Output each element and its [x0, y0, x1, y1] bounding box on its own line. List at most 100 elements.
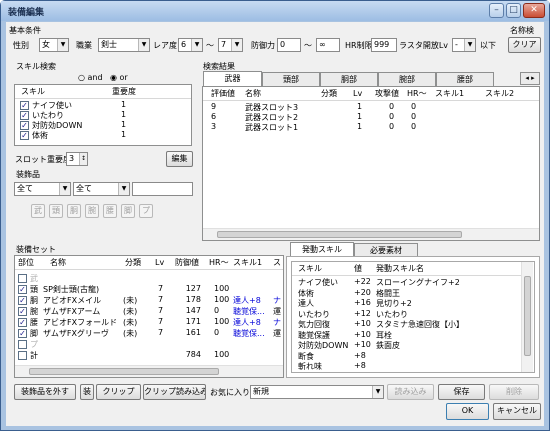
- skill-checkbox[interactable]: ✓: [20, 121, 29, 130]
- and-radio[interactable]: ○ and: [78, 73, 103, 82]
- decoration-filter-2[interactable]: 全て ▼: [73, 182, 130, 196]
- load-button[interactable]: 読み込み: [387, 384, 434, 400]
- or-radio[interactable]: ◉ or: [110, 73, 128, 82]
- skill-row[interactable]: ✓ いたわり 1: [15, 110, 191, 120]
- list-item[interactable]: 断食 +8: [292, 351, 520, 361]
- tab-active-skills[interactable]: 発動スキル: [290, 242, 354, 257]
- table-row[interactable]: ✓ 腕ザムザFXアーム (未) 7 147 0 聴覚保... 運: [15, 306, 283, 317]
- list-item[interactable]: 達人 +16 見切り+2: [292, 298, 520, 308]
- defense-sep: 〜: [304, 41, 312, 50]
- table-row[interactable]: 6 武器スロット2 1 0 0: [203, 112, 539, 122]
- list-item[interactable]: 聴覚保護 +10 耳栓: [292, 330, 520, 340]
- equip-checkbox[interactable]: ✓: [18, 318, 27, 327]
- list-item[interactable]: いたわり +12 いたわり: [292, 309, 520, 319]
- skills-col-header: 値: [354, 264, 362, 273]
- clip-button[interactable]: クリップ: [96, 384, 141, 400]
- clip-load-button[interactable]: クリップ読み込み: [143, 384, 206, 400]
- hr-limit-input[interactable]: 999: [371, 38, 397, 52]
- skills-vscroll[interactable]: [521, 262, 533, 372]
- list-item[interactable]: ナイフ使い +22 スローイングナイフ+2: [292, 277, 520, 287]
- defense-min-input[interactable]: 0: [277, 38, 301, 52]
- decoration-part-button[interactable]: プ: [139, 204, 153, 218]
- table-row[interactable]: 計 784 100: [15, 350, 283, 361]
- equip-hr: 0: [214, 328, 220, 337]
- equip-checkbox[interactable]: [18, 274, 27, 283]
- tab-5[interactable]: 腰部: [436, 72, 494, 86]
- rarity-max-select[interactable]: 7 ▼: [218, 38, 243, 52]
- table-row[interactable]: プ: [15, 339, 283, 350]
- decoration-part-button[interactable]: 脚: [121, 204, 135, 218]
- decoration-part-button[interactable]: 腰: [103, 204, 117, 218]
- slot-importance-stepper[interactable]: 3 ↕: [66, 152, 88, 166]
- equip-button[interactable]: 装: [80, 384, 94, 400]
- skill-checkbox[interactable]: ✓: [20, 111, 29, 120]
- skill-row[interactable]: ✓ ナイフ使い 1: [15, 100, 191, 110]
- tab-2[interactable]: 頭部: [262, 72, 320, 86]
- equip-checkbox[interactable]: ✓: [18, 307, 27, 316]
- decoration-part-button[interactable]: 胴: [67, 204, 81, 218]
- decoration-part-button[interactable]: 腕: [85, 204, 99, 218]
- maximize-button[interactable]: □: [506, 3, 521, 18]
- table-row[interactable]: 3 武器スロット1 1 0 0: [203, 122, 539, 132]
- equip-hscroll[interactable]: [15, 365, 283, 377]
- slot-level-select[interactable]: - ▼: [452, 38, 476, 52]
- defense-max-input[interactable]: ∞: [316, 38, 340, 52]
- delete-button[interactable]: 削除: [489, 384, 539, 400]
- scroll-thumb[interactable]: [29, 368, 219, 375]
- skill-cell: ナイフ使い: [298, 278, 338, 287]
- list-item[interactable]: 気力回復 +10 スタミナ急速回復【小】: [292, 319, 520, 329]
- decoration-part-button[interactable]: 武: [31, 204, 45, 218]
- tab-1[interactable]: 武器: [203, 71, 262, 86]
- favorite-select[interactable]: 新規 ▼: [250, 385, 384, 399]
- table-row[interactable]: ✓ 脚ザムザFXグリーヴ (未) 7 161 0 聴覚保... 運: [15, 328, 283, 339]
- cancel-button[interactable]: キャンセル: [493, 403, 541, 420]
- gender-value: 女: [42, 40, 50, 49]
- equip-checkbox[interactable]: [18, 340, 27, 349]
- skill-cell: いたわり: [376, 309, 408, 319]
- gender-select[interactable]: 女 ▼: [39, 38, 69, 52]
- decoration-filter-1[interactable]: 全て ▼: [14, 182, 71, 196]
- job-select[interactable]: 剣士 ▼: [98, 38, 150, 52]
- save-button[interactable]: 保存: [438, 384, 485, 400]
- list-item[interactable]: 斬れ味 +8: [292, 361, 520, 371]
- edit-button[interactable]: 編集: [166, 151, 193, 167]
- minimize-button[interactable]: –: [489, 3, 504, 18]
- tab-required-materials[interactable]: 必要素材: [354, 243, 418, 257]
- list-item[interactable]: 対防効DOWN +10 鉄面皮: [292, 340, 520, 350]
- ok-button[interactable]: OK: [446, 403, 489, 420]
- equip-name: SP剣士頭(古龍): [43, 285, 100, 294]
- tab-4[interactable]: 腕部: [378, 72, 436, 86]
- tab-3[interactable]: 胴部: [320, 72, 378, 86]
- title-bar[interactable]: 装備編集 – □ ✕: [1, 1, 549, 21]
- decoration-name-input[interactable]: [132, 182, 193, 196]
- table-row[interactable]: ✓ 腰アビオFXフォールド (未) 7 171 100 達人+8 ナ: [15, 317, 283, 328]
- equip-checkbox[interactable]: ✓: [18, 296, 27, 305]
- tab-scroll-arrows[interactable]: ◂ ▸: [520, 72, 540, 85]
- equip-name: アビオFXフォールド: [43, 318, 118, 327]
- scroll-thumb[interactable]: [524, 276, 531, 356]
- table-cell: 9: [211, 102, 217, 111]
- table-row[interactable]: 9 武器スロット3 1 0 0: [203, 102, 539, 112]
- equip-set-table: 部位 名称 分類 Lv 防御値 HR〜 スキル1 ス 武 ✓ 頭 SP剣士頭(古龍) 7 127 100 ✓…: [14, 255, 284, 378]
- equip-checkbox[interactable]: ✓: [18, 285, 27, 294]
- table-row[interactable]: 武: [15, 273, 283, 284]
- table-row[interactable]: ✓ 胴アビオFXメイル (未) 7 178 100 達人+8 ナ: [15, 295, 283, 306]
- results-hscroll[interactable]: [203, 228, 539, 240]
- table-row[interactable]: ✓ 頭 SP剣士頭(古龍) 7 127 100: [15, 284, 283, 295]
- skill-checkbox[interactable]: ✓: [20, 101, 29, 110]
- rarity-min-select[interactable]: 6 ▼: [178, 38, 203, 52]
- clear-button[interactable]: クリア: [508, 37, 541, 53]
- close-button[interactable]: ✕: [523, 3, 545, 18]
- skill-row[interactable]: ✓ 体術 1: [15, 130, 191, 140]
- remove-decorations-button[interactable]: 装飾品を外す: [14, 384, 76, 400]
- list-item[interactable]: 体術 +20 格闘王: [292, 288, 520, 298]
- results-header: 評価値 名称 分類 Lv 攻撃値 HR〜 スキル1 スキル2: [203, 87, 539, 101]
- equip-checkbox[interactable]: ✓: [18, 329, 27, 338]
- skill-cell: 対防効DOWN: [298, 341, 349, 350]
- skill-row[interactable]: ✓ 対防効DOWN 1: [15, 120, 191, 130]
- skill-checkbox[interactable]: ✓: [20, 131, 29, 140]
- scroll-thumb[interactable]: [217, 231, 462, 238]
- skill-cell: 達人: [298, 299, 314, 308]
- decoration-part-button[interactable]: 頭: [49, 204, 63, 218]
- equip-checkbox[interactable]: [18, 351, 27, 360]
